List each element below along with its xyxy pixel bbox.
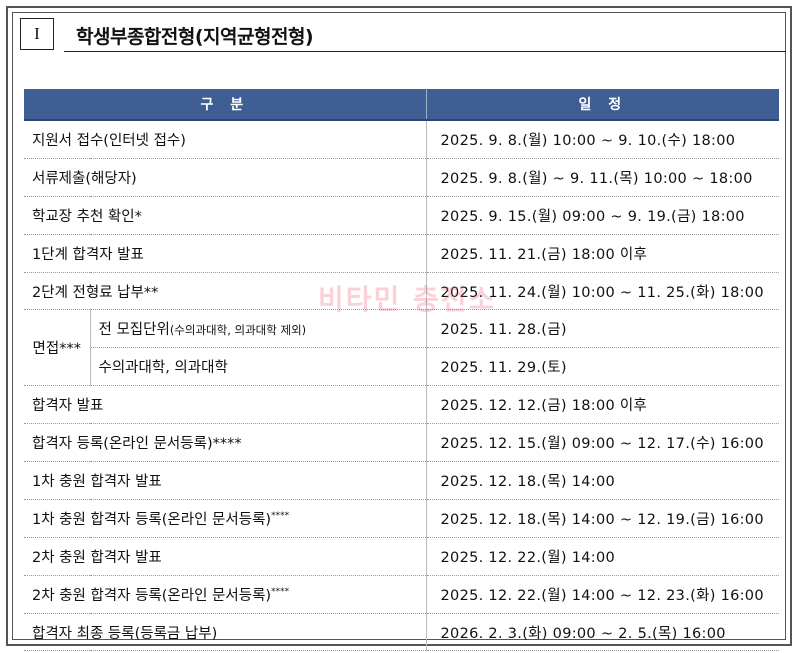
row-category: 2단계 전형료 납부** bbox=[24, 272, 427, 311]
row-category-cell: 1차 충원 합격자 등록(온라인 문서등록)**** bbox=[24, 499, 427, 538]
interview-sub-1-note: (수의과대학, 의과대학 제외) bbox=[169, 323, 307, 338]
row-schedule: 2025. 12. 18.(목) 14:00 ~ 12. 19.(금) 16:0… bbox=[426, 499, 780, 538]
table-row-interview: 수의과대학, 의과대학 2025. 11. 29.(토) bbox=[24, 347, 780, 387]
row-schedule: 2025. 9. 8.(월) 10:00 ~ 9. 10.(수) 18:00 bbox=[426, 120, 780, 159]
table-row: 합격자 발표 2025. 12. 12.(금) 18:00 이후 bbox=[24, 385, 780, 425]
row-category: 학교장 추천 확인* bbox=[24, 196, 427, 235]
table-row: 학교장 추천 확인* 2025. 9. 15.(월) 09:00 ~ 9. 19… bbox=[24, 196, 780, 235]
row-schedule: 2025. 12. 12.(금) 18:00 이후 bbox=[426, 385, 780, 425]
row-category-cell: 2차 충원 합격자 등록(온라인 문서등록)**** bbox=[24, 575, 427, 614]
table-row: 1단계 합격자 발표 2025. 11. 21.(금) 18:00 이후 bbox=[24, 234, 780, 273]
table-row: 1차 충원 합격자 발표 2025. 12. 18.(목) 14:00 bbox=[24, 461, 780, 500]
interview-sub-1: 전 모집단위(수의과대학, 의과대학 제외) bbox=[90, 309, 427, 349]
section-number-box: I bbox=[20, 18, 54, 50]
row-schedule: 2025. 11. 21.(금) 18:00 이후 bbox=[426, 234, 780, 273]
table-row: 서류제출(해당자) 2025. 9. 8.(월) ~ 9. 11.(목) 10:… bbox=[24, 158, 780, 197]
row-category: 서류제출(해당자) bbox=[24, 158, 427, 197]
schedule-table: 구 분 일 정 지원서 접수(인터넷 접수) 2025. 9. 8.(월) 10… bbox=[24, 89, 780, 652]
row-schedule: 2025. 12. 15.(월) 09:00 ~ 12. 17.(수) 16:0… bbox=[426, 423, 780, 463]
section-title: 학생부종합전형(지역균형전형) bbox=[76, 26, 314, 48]
interview-sub-1-label: 전 모집단위 bbox=[98, 322, 170, 339]
row-category: 합격자 발표 bbox=[24, 385, 427, 425]
table-row-interview: 면접*** 전 모집단위(수의과대학, 의과대학 제외) 2025. 11. 2… bbox=[24, 309, 780, 387]
table-row: 2차 충원 합격자 등록(온라인 문서등록)**** 2025. 12. 22.… bbox=[24, 575, 780, 614]
row-category: 2차 충원 합격자 발표 bbox=[24, 537, 427, 576]
row-schedule: 2025. 12. 22.(월) 14:00 ~ 12. 23.(화) 16:0… bbox=[426, 575, 780, 614]
row-schedule: 2026. 2. 3.(화) 09:00 ~ 2. 5.(목) 16:00 bbox=[426, 613, 780, 652]
row-footnote-mark: **** bbox=[271, 586, 290, 597]
row-schedule: 2025. 9. 15.(월) 09:00 ~ 9. 19.(금) 18:00 bbox=[426, 196, 780, 235]
table-row: 2차 충원 합격자 발표 2025. 12. 22.(월) 14:00 bbox=[24, 537, 780, 576]
row-schedule: 2025. 11. 24.(월) 10:00 ~ 11. 25.(화) 18:0… bbox=[426, 272, 780, 311]
table-row: 합격자 등록(온라인 문서등록)**** 2025. 12. 15.(월) 09… bbox=[24, 423, 780, 463]
row-category: 1단계 합격자 발표 bbox=[24, 234, 427, 273]
row-category: 1차 충원 합격자 등록(온라인 문서등록) bbox=[32, 511, 272, 528]
table-row: 지원서 접수(인터넷 접수) 2025. 9. 8.(월) 10:00 ~ 9.… bbox=[24, 120, 780, 159]
interview-sub-2: 수의과대학, 의과대학 bbox=[90, 347, 427, 387]
row-schedule: 2025. 9. 8.(월) ~ 9. 11.(목) 10:00 ~ 18:00 bbox=[426, 158, 780, 197]
table-row: 합격자 최종 등록(등록금 납부) 2026. 2. 3.(화) 09:00 ~… bbox=[24, 613, 780, 652]
table-row: 2단계 전형료 납부** 2025. 11. 24.(월) 10:00 ~ 11… bbox=[24, 272, 780, 311]
row-schedule: 2025. 11. 29.(토) bbox=[426, 347, 780, 387]
row-schedule: 2025. 12. 22.(월) 14:00 bbox=[426, 537, 780, 576]
row-category: 합격자 최종 등록(등록금 납부) bbox=[24, 613, 427, 652]
row-category: 지원서 접수(인터넷 접수) bbox=[24, 120, 427, 159]
header-schedule: 일 정 bbox=[426, 89, 780, 120]
row-footnote-mark: **** bbox=[271, 511, 290, 522]
interview-label: 면접*** bbox=[24, 309, 91, 387]
section-number: I bbox=[34, 24, 40, 43]
row-category: 2차 충원 합격자 등록(온라인 문서등록) bbox=[32, 587, 272, 604]
table-header-row: 구 분 일 정 bbox=[24, 89, 780, 120]
row-category: 합격자 등록(온라인 문서등록)**** bbox=[24, 423, 427, 463]
row-schedule: 2025. 12. 18.(목) 14:00 bbox=[426, 461, 780, 500]
row-category: 1차 충원 합격자 발표 bbox=[24, 461, 427, 500]
row-schedule: 2025. 11. 28.(금) bbox=[426, 309, 780, 349]
title-underline bbox=[64, 51, 786, 52]
table-row: 1차 충원 합격자 등록(온라인 문서등록)**** 2025. 12. 18.… bbox=[24, 499, 780, 538]
header-category: 구 분 bbox=[24, 89, 427, 120]
